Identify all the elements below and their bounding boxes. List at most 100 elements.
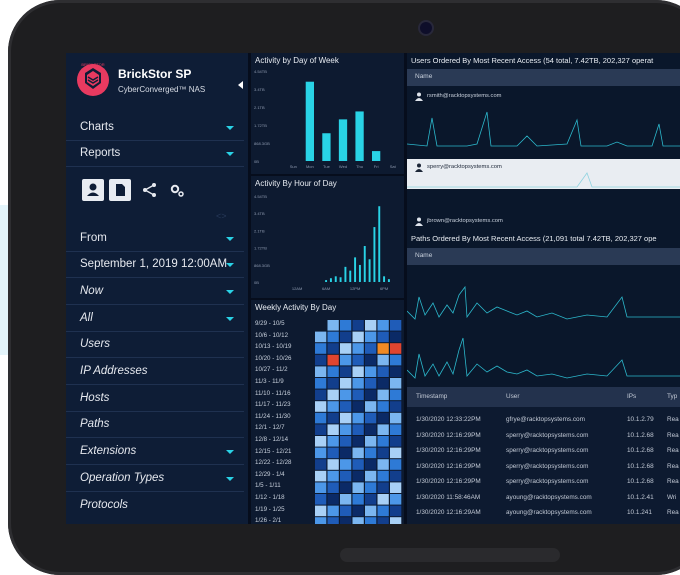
heatmap-cell [340,505,352,517]
heatmap-cell [315,436,327,447]
paths-table-header: Name [407,248,680,265]
cell-type: Rea [667,431,679,439]
table-row[interactable]: 1/30/2020 12:16:29PM sperry@racktopsystem… [407,460,680,476]
column-header-timestamp[interactable]: Timestamp [416,393,447,400]
paths-panel-title: Paths Ordered By Most Recent Access (21,… [411,234,657,243]
heatmap-cell [365,378,377,389]
users-panel: Users Ordered By Most Recent Access (54 … [407,53,680,231]
users-table-header: Name [407,69,680,86]
logo-text: BRICKSTOR [81,62,104,67]
user-report-button[interactable] [82,179,104,201]
chevron-down-icon [226,152,234,156]
table-row[interactable]: 1/30/2020 12:16:29PM sperry@racktopsystem… [407,475,680,491]
document-icon [116,184,125,196]
column-header-type[interactable]: Typ [667,393,677,400]
week-label: 12/29 - 1/4 [255,470,285,478]
table-row[interactable]: 1/30/2020 12:16:29PM sperry@racktopsystem… [407,444,680,460]
chevron-down-icon [226,477,234,481]
menu-from[interactable]: From [66,227,244,252]
x-tick-label: Wed [339,164,347,169]
heatmap-cell [390,505,402,517]
menu-label: IP Addresses [80,365,148,377]
heatmap-cell [315,378,327,389]
user-icon [415,217,423,226]
heatmap-cell [377,354,389,366]
bar [363,246,366,282]
heatmap-cell [327,447,339,459]
cell-type: Rea [667,416,679,423]
cell-ip: 10.1.2.68 [627,447,654,454]
access-table: Timestamp User IPs Typ 1/30/2020 12:33:2… [407,387,680,524]
heatmap-cell [352,320,364,331]
user-row-selected[interactable]: sperry@racktopsystems.com [407,159,680,189]
column-header-ips[interactable]: IPs [627,393,636,400]
table-row[interactable]: 1/30/2020 11:58:46AM ayoung@racktopsystem… [407,491,680,507]
heatmap-cell [340,412,352,424]
day-of-week-chart: 4.54TB 3.4TB 2.1TB 1.72TB 868.3GB 0B Sun Mon Tu… [254,69,397,169]
x-tick-label: Sun [290,164,297,169]
heatmap-cell [365,320,377,331]
collapse-sidebar-icon[interactable] [238,81,243,89]
share-button[interactable] [139,179,161,201]
cell-user: sperry@racktopsystems.com [506,462,589,470]
week-label: 1/5 - 1/11 [255,482,281,490]
heatmap-cell [352,378,364,389]
table-row[interactable]: 1/30/2020 12:33:22PM gfrye@racktopsystems… [407,413,680,429]
paths-panel: Paths Ordered By Most Recent Access (21,… [407,231,680,387]
settings-button[interactable] [166,179,188,201]
from-date-select[interactable]: September 1, 2019 12:00AM [66,253,244,278]
heatmap-cell [377,447,389,459]
x-tick-label: Tue [323,164,331,169]
week-label: 11/17 - 11/23 [255,401,291,409]
filter-operation-types[interactable]: Operation Types [66,467,244,492]
filter-users[interactable]: Users [66,333,244,358]
document-report-button[interactable] [109,179,131,201]
filter-protocols[interactable]: Protocols [66,494,244,518]
heatmap-cell [340,470,352,482]
heatmap-cell [340,389,352,401]
heatmap-cell [352,459,364,470]
heatmap-cell [352,482,364,493]
heatmap-cell [340,343,352,354]
cell-type: Rea [667,478,679,485]
cell-user: sperry@racktopsystems.com [506,447,589,454]
menu-charts[interactable]: Charts [66,116,244,141]
bar [339,277,342,282]
heatmap-cell [352,424,364,435]
table-row[interactable]: 1/30/2020 12:16:29PM sperry@racktopsystem… [407,429,680,445]
brickstor-logo-icon: BRICKSTOR [77,62,109,96]
menu-label: From [80,232,107,244]
cell-user: sperry@racktopsystems.com [506,478,589,485]
heatmap-cell [315,494,327,505]
day-of-week-panel: Activity by Day of Week 4.54TB 3.4TB 2.1TB… [251,53,404,173]
x-tick-label: 6AM [322,286,330,291]
menu-label: Charts [80,121,114,133]
filter-hosts[interactable]: Hosts [66,387,244,412]
weekly-activity-title: Weekly Activity By Day [255,303,337,312]
filter-select[interactable]: All [66,307,244,332]
to-date-select[interactable]: Now [66,280,244,305]
filter-paths[interactable]: Paths [66,413,244,438]
heatmap-cell [315,424,327,435]
access-table-header: Timestamp User IPs Typ [407,387,680,407]
heatmap-cell [377,436,389,447]
menu-reports[interactable]: Reports [66,142,244,167]
week-label: 1/26 - 2/1 [255,517,282,524]
heatmap-cell [377,412,389,424]
week-label: 12/8 - 12/14 [255,436,289,443]
heatmap-cell [377,424,389,435]
hour-of-day-panel: Activity By Hour of Day 4.54TB 3.4TB 2.1TB… [251,176,404,298]
filter-ip-addresses[interactable]: IP Addresses [66,360,244,385]
chevron-down-icon [226,317,234,321]
user-row[interactable]: rsmith@racktopsystems.com [407,90,680,104]
cell-ip: 10.1.2.41 [627,493,654,501]
table-row[interactable]: 1/30/2020 12:16:29AM ayoung@racktopsystem… [407,506,680,522]
week-label: 12/15 - 12/21 [255,447,292,455]
heatmap-cell [315,366,327,377]
heatmap-cell [390,389,402,401]
user-row[interactable]: jbrown@racktopsystems.com [407,215,680,229]
y-tick-label: 3.4TB [254,87,265,92]
column-header-user[interactable]: User [506,393,520,400]
filter-extensions[interactable]: Extensions [66,440,244,465]
heatmap-cell [365,343,377,354]
